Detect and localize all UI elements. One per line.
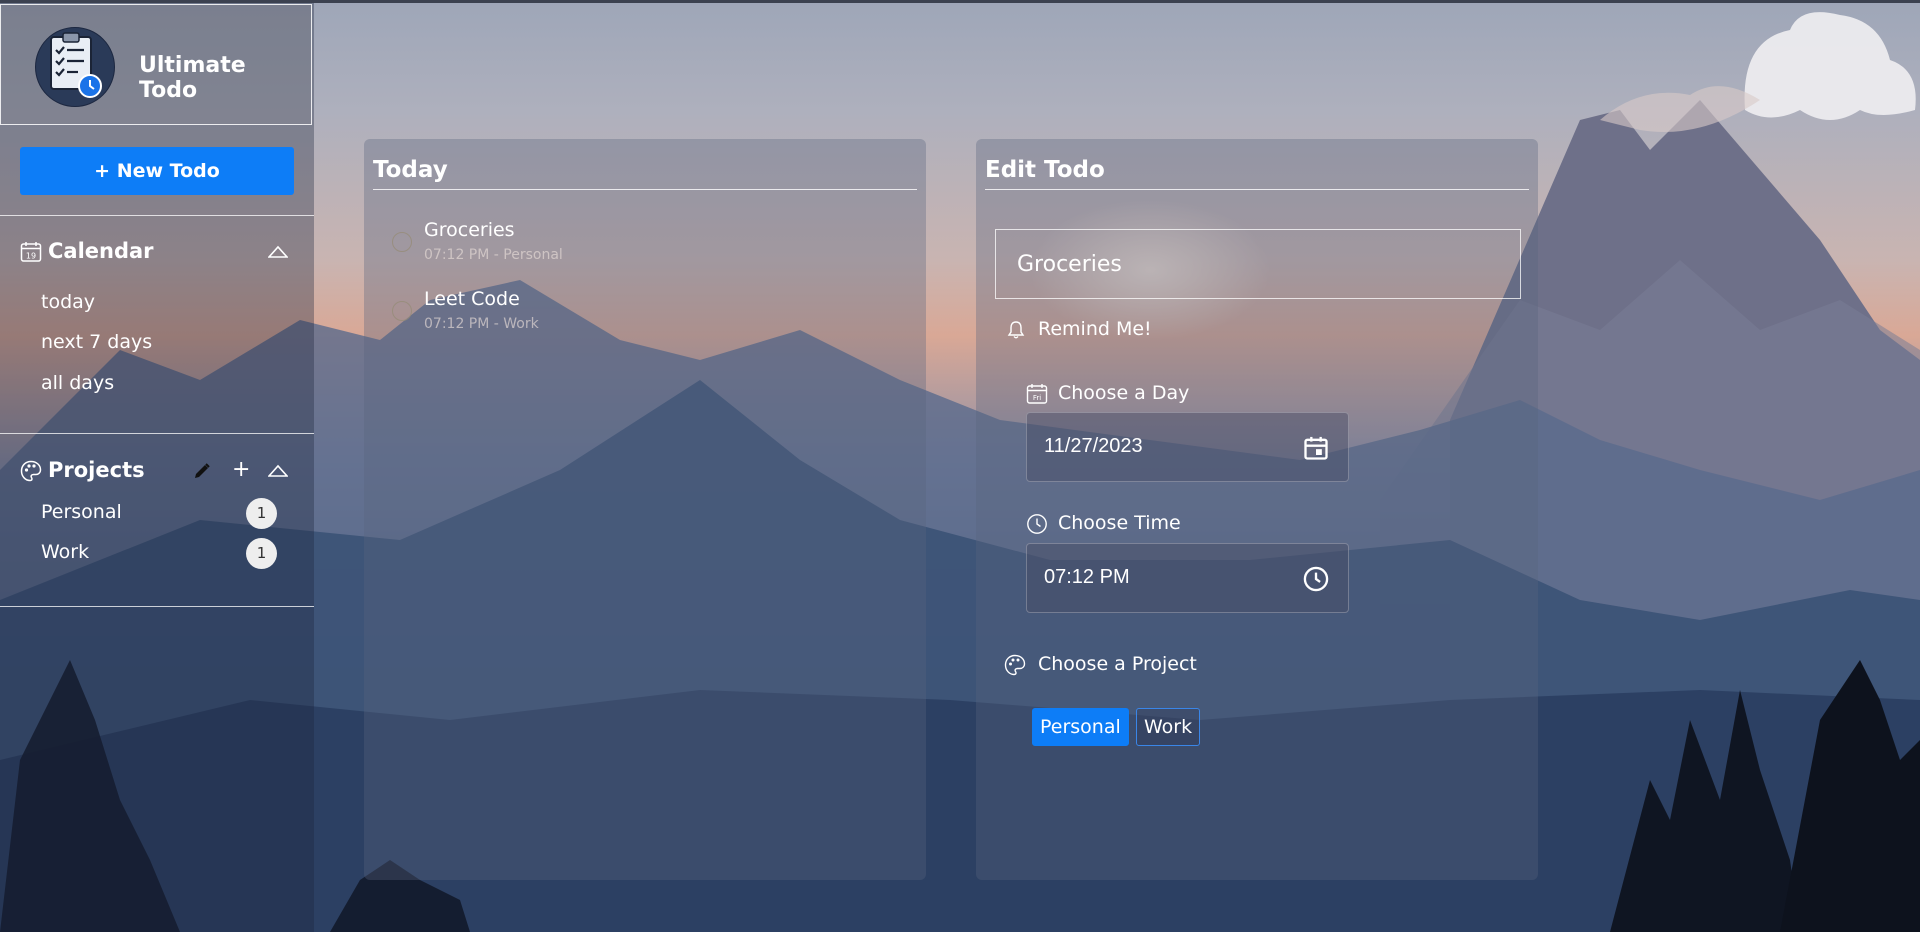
date-input[interactable]: 11/27/2023 <box>1026 412 1349 482</box>
panel-title: Today <box>373 157 448 183</box>
todo-meta: 07:12 PM - Personal <box>424 247 563 263</box>
todo-name: Groceries <box>424 219 515 241</box>
sidebar: Ultimate Todo + New Todo 19 Calendar tod… <box>0 3 314 932</box>
date-value: 11/27/2023 <box>1044 435 1143 457</box>
today-panel: Today Groceries 07:12 PM - Personal Leet… <box>364 139 926 880</box>
palette-icon <box>1004 654 1026 676</box>
time-value: 07:12 PM <box>1044 566 1130 588</box>
app-title: Ultimate Todo <box>139 53 246 103</box>
app-header: Ultimate Todo <box>0 4 312 125</box>
project-item-personal[interactable]: Personal <box>41 501 122 523</box>
calendar-icon: 19 <box>20 242 42 262</box>
todo-checkbox[interactable] <box>392 301 412 321</box>
project-count-badge: 1 <box>246 538 277 569</box>
choose-day-label: Choose a Day <box>1058 382 1190 404</box>
calendar-item-next-7-days[interactable]: next 7 days <box>41 331 152 353</box>
pencil-icon[interactable] <box>193 462 211 480</box>
todo-name: Leet Code <box>424 288 520 310</box>
divider <box>985 189 1529 190</box>
clock-icon <box>1027 514 1047 534</box>
project-option-work[interactable]: Work <box>1136 708 1201 746</box>
clock-picker-icon[interactable] <box>1302 565 1330 593</box>
divider <box>0 433 314 434</box>
calendar-picker-icon[interactable] <box>1302 434 1330 462</box>
todo-text-input[interactable] <box>995 229 1521 299</box>
calendar-section-title: Calendar <box>48 239 154 263</box>
chevron-up-icon[interactable] <box>268 464 288 478</box>
bell-icon <box>1007 321 1025 339</box>
project-item-work[interactable]: Work <box>41 541 89 563</box>
chevron-up-icon[interactable] <box>268 245 288 259</box>
calendar-day-icon: Fri <box>1026 384 1048 404</box>
choose-time-label: Choose Time <box>1058 512 1181 534</box>
calendar-item-all-days[interactable]: all days <box>41 372 114 394</box>
remind-me-label[interactable]: Remind Me! <box>1038 318 1152 340</box>
time-input[interactable]: 07:12 PM <box>1026 543 1349 613</box>
calendar-item-today[interactable]: today <box>41 291 95 313</box>
todo-checkbox[interactable] <box>392 232 412 252</box>
divider <box>0 215 314 216</box>
edit-todo-panel: Edit Todo Remind Me! Fri Choose a Day 11… <box>976 139 1538 880</box>
divider <box>373 189 917 190</box>
add-project-button[interactable]: + <box>232 457 250 482</box>
new-todo-button[interactable]: + New Todo <box>20 147 294 195</box>
app-logo <box>35 27 115 107</box>
svg-text:Fri: Fri <box>1033 394 1041 402</box>
palette-icon <box>20 460 42 482</box>
project-count-badge: 1 <box>246 498 277 529</box>
svg-text:19: 19 <box>26 252 36 261</box>
clipboard-checklist-icon <box>50 32 102 98</box>
project-option-personal[interactable]: Personal <box>1032 708 1129 746</box>
choose-project-label: Choose a Project <box>1038 653 1197 675</box>
panel-title: Edit Todo <box>985 157 1105 183</box>
todo-meta: 07:12 PM - Work <box>424 316 539 332</box>
projects-section-title: Projects <box>48 458 145 482</box>
divider <box>0 606 314 607</box>
